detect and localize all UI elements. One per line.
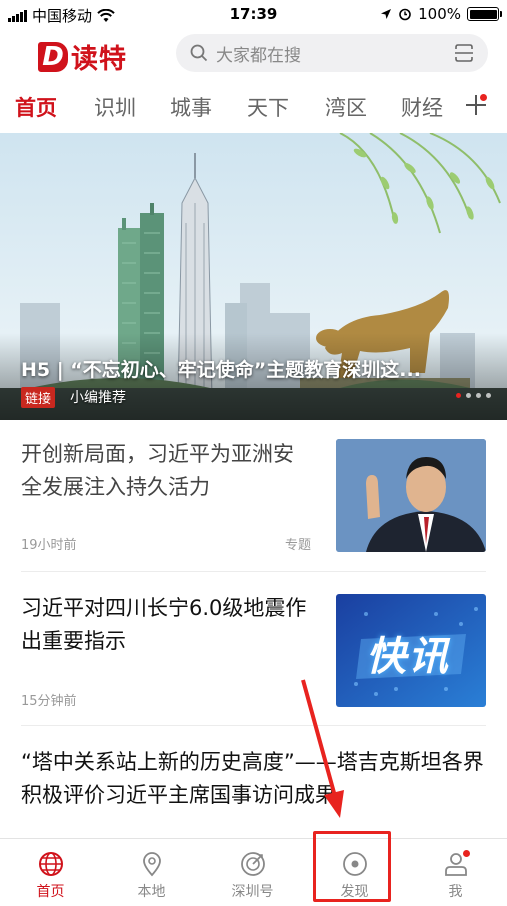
tab-finance[interactable]: 财经 xyxy=(401,92,443,122)
news-title: 开创新局面，习近平为亚洲安全发展注入持久活力 xyxy=(21,442,294,499)
notification-dot xyxy=(463,850,470,857)
nav-shenzhen-hao[interactable]: 深圳号 xyxy=(202,839,303,906)
status-bar: 中国移动 17:39 100% xyxy=(0,0,507,28)
nav-label: 首页 xyxy=(36,884,65,900)
banner-title: H5 | “不忘初心、牢记使命”主题教育深圳这... xyxy=(21,359,421,381)
news-item[interactable]: 开创新局面，习近平为亚洲安全发展注入持久活力 19小时前 专题 xyxy=(0,420,507,572)
news-thumbnail xyxy=(336,439,486,552)
portrait-image xyxy=(336,439,486,552)
tab-world[interactable]: 天下 xyxy=(247,92,289,122)
scan-icon[interactable] xyxy=(454,43,474,63)
radar-icon xyxy=(241,852,265,876)
banner-tag: 链接 xyxy=(21,387,56,408)
channel-tabs: 首页 识圳 城事 天下 湾区 财经 xyxy=(0,80,507,130)
top-banner[interactable]: H5 | “不忘初心、牢记使命”主题教育深圳这... 链接 小编推荐 xyxy=(0,133,507,420)
carousel-indicator xyxy=(456,393,491,398)
app-logo: D 读特 xyxy=(38,37,127,76)
location-pin-icon xyxy=(143,852,161,877)
notification-dot xyxy=(480,94,487,101)
banner-source: 小编推荐 xyxy=(70,390,126,406)
tab-shizhen[interactable]: 识圳 xyxy=(94,92,136,122)
nav-label: 深圳号 xyxy=(231,884,274,900)
nav-label: 本地 xyxy=(137,884,166,900)
news-title: “塔中关系站上新的历史高度”——塔吉克斯坦各界积极评价习近平主席国事访问成果 xyxy=(21,750,484,807)
logo-mark: D xyxy=(38,41,68,72)
thumb-text: 快讯 xyxy=(366,634,450,680)
nav-local[interactable]: 本地 xyxy=(101,839,202,906)
logo-text: 读特 xyxy=(71,44,127,75)
highlight-box xyxy=(313,831,391,902)
battery-icon xyxy=(467,7,502,21)
add-channel-icon[interactable] xyxy=(463,88,489,118)
status-right: 100% xyxy=(380,5,502,23)
news-item[interactable]: “塔中关系站上新的历史高度”——塔吉克斯坦各界积极评价习近平主席国事访问成果 xyxy=(0,726,507,838)
search-placeholder: 大家都在搜 xyxy=(216,45,301,66)
globe-icon xyxy=(39,852,63,876)
news-item[interactable]: 习近平对四川长宁6.0级地震作出重要指示 15分钟前 快讯 xyxy=(0,572,507,726)
tab-home[interactable]: 首页 xyxy=(15,92,57,122)
news-time: 15分钟前 xyxy=(21,694,77,709)
location-arrow-icon xyxy=(381,9,392,19)
search-icon xyxy=(190,44,208,62)
battery-percent: 100% xyxy=(418,5,461,23)
app-header: D 读特 大家都在搜 xyxy=(0,28,507,80)
bottom-nav: 首页 本地 深圳号 发现 我 xyxy=(0,838,507,906)
news-title: 习近平对四川长宁6.0级地震作出重要指示 xyxy=(21,596,307,653)
search-input[interactable]: 大家都在搜 xyxy=(176,34,488,72)
tab-city[interactable]: 城事 xyxy=(170,92,212,122)
news-thumbnail: 快讯 xyxy=(336,594,486,707)
nav-home[interactable]: 首页 xyxy=(0,839,101,906)
news-time: 19小时前 xyxy=(21,538,77,553)
nav-me[interactable]: 我 xyxy=(405,839,506,906)
alarm-icon xyxy=(399,8,411,21)
nav-label: 我 xyxy=(448,884,463,900)
news-tag: 专题 xyxy=(285,538,312,553)
tab-bay-area[interactable]: 湾区 xyxy=(325,92,367,122)
